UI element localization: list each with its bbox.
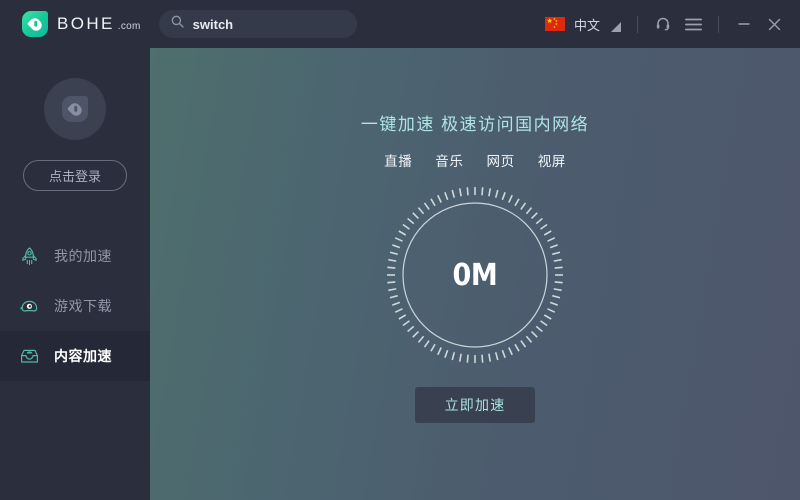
main-content: 一键加速 极速访问国内网络 直播 音乐 网页 视屏 0M 立即加速 xyxy=(150,48,800,500)
china-flag-icon: ★ ★ ★ ★ ★ xyxy=(544,17,565,31)
tag-music[interactable]: 音乐 xyxy=(435,150,463,170)
category-tags: 直播 音乐 网页 视屏 xyxy=(384,150,566,170)
speed-value: 0M xyxy=(452,257,498,293)
titlebar-controls: ★ ★ ★ ★ ★ 中文 xyxy=(539,0,800,48)
titlebar-divider-1 xyxy=(637,15,638,33)
app-window: BOHE .com ★ ★ ★ ★ ★ xyxy=(0,0,800,500)
brand-name-text: BOHE xyxy=(57,14,115,33)
sidebar-item-label: 内容加速 xyxy=(54,348,112,364)
body-row: 点击登录 我的加速 游戏下载 内容加速 一键加速 极速访问国内网络 直播 音乐 … xyxy=(0,48,800,500)
accelerate-now-button[interactable]: 立即加速 xyxy=(415,387,535,423)
sidebar-item-my-acceleration[interactable]: 我的加速 xyxy=(0,231,150,281)
user-avatar-icon[interactable] xyxy=(44,78,106,140)
language-label: 中文 xyxy=(573,17,600,33)
brand-name: BOHE .com xyxy=(57,14,141,34)
brand-suffix-text: .com xyxy=(117,21,141,32)
close-icon[interactable] xyxy=(759,9,789,39)
page-title: 一键加速 极速访问国内网络 xyxy=(360,115,590,134)
login-button[interactable]: 点击登录 xyxy=(23,160,127,191)
game-alien-icon xyxy=(18,295,40,317)
tag-webpage[interactable]: 网页 xyxy=(487,150,515,170)
minimize-icon[interactable] xyxy=(729,9,759,39)
speed-dial[interactable]: 0M xyxy=(385,185,565,365)
brand-logo[interactable]: BOHE .com xyxy=(22,11,141,37)
tag-video[interactable]: 视屏 xyxy=(538,150,566,170)
search-icon xyxy=(171,15,184,33)
tag-live[interactable]: 直播 xyxy=(384,150,412,170)
hamburger-menu-icon[interactable] xyxy=(678,9,708,39)
headset-icon[interactable] xyxy=(648,9,678,39)
search-box[interactable] xyxy=(158,10,357,38)
sidebar-item-game-download[interactable]: 游戏下载 xyxy=(0,281,150,331)
language-selector[interactable]: ★ ★ ★ ★ ★ 中文 xyxy=(539,15,627,34)
sidebar-item-content-acceleration[interactable]: 内容加速 xyxy=(0,331,150,381)
titlebar-divider-2 xyxy=(718,15,719,33)
chevron-down-icon xyxy=(611,21,621,32)
rocket-icon xyxy=(18,245,40,267)
sidebar-item-label: 游戏下载 xyxy=(54,298,112,314)
bohe-leaf-logo-icon xyxy=(22,11,48,37)
inbox-box-icon xyxy=(18,345,40,367)
sidebar-item-label: 我的加速 xyxy=(54,248,112,264)
sidebar: 点击登录 我的加速 游戏下载 内容加速 xyxy=(0,48,150,500)
search-input[interactable] xyxy=(192,16,345,32)
sidebar-nav: 我的加速 游戏下载 内容加速 xyxy=(0,231,150,381)
title-bar: BOHE .com ★ ★ ★ ★ ★ xyxy=(0,0,800,48)
